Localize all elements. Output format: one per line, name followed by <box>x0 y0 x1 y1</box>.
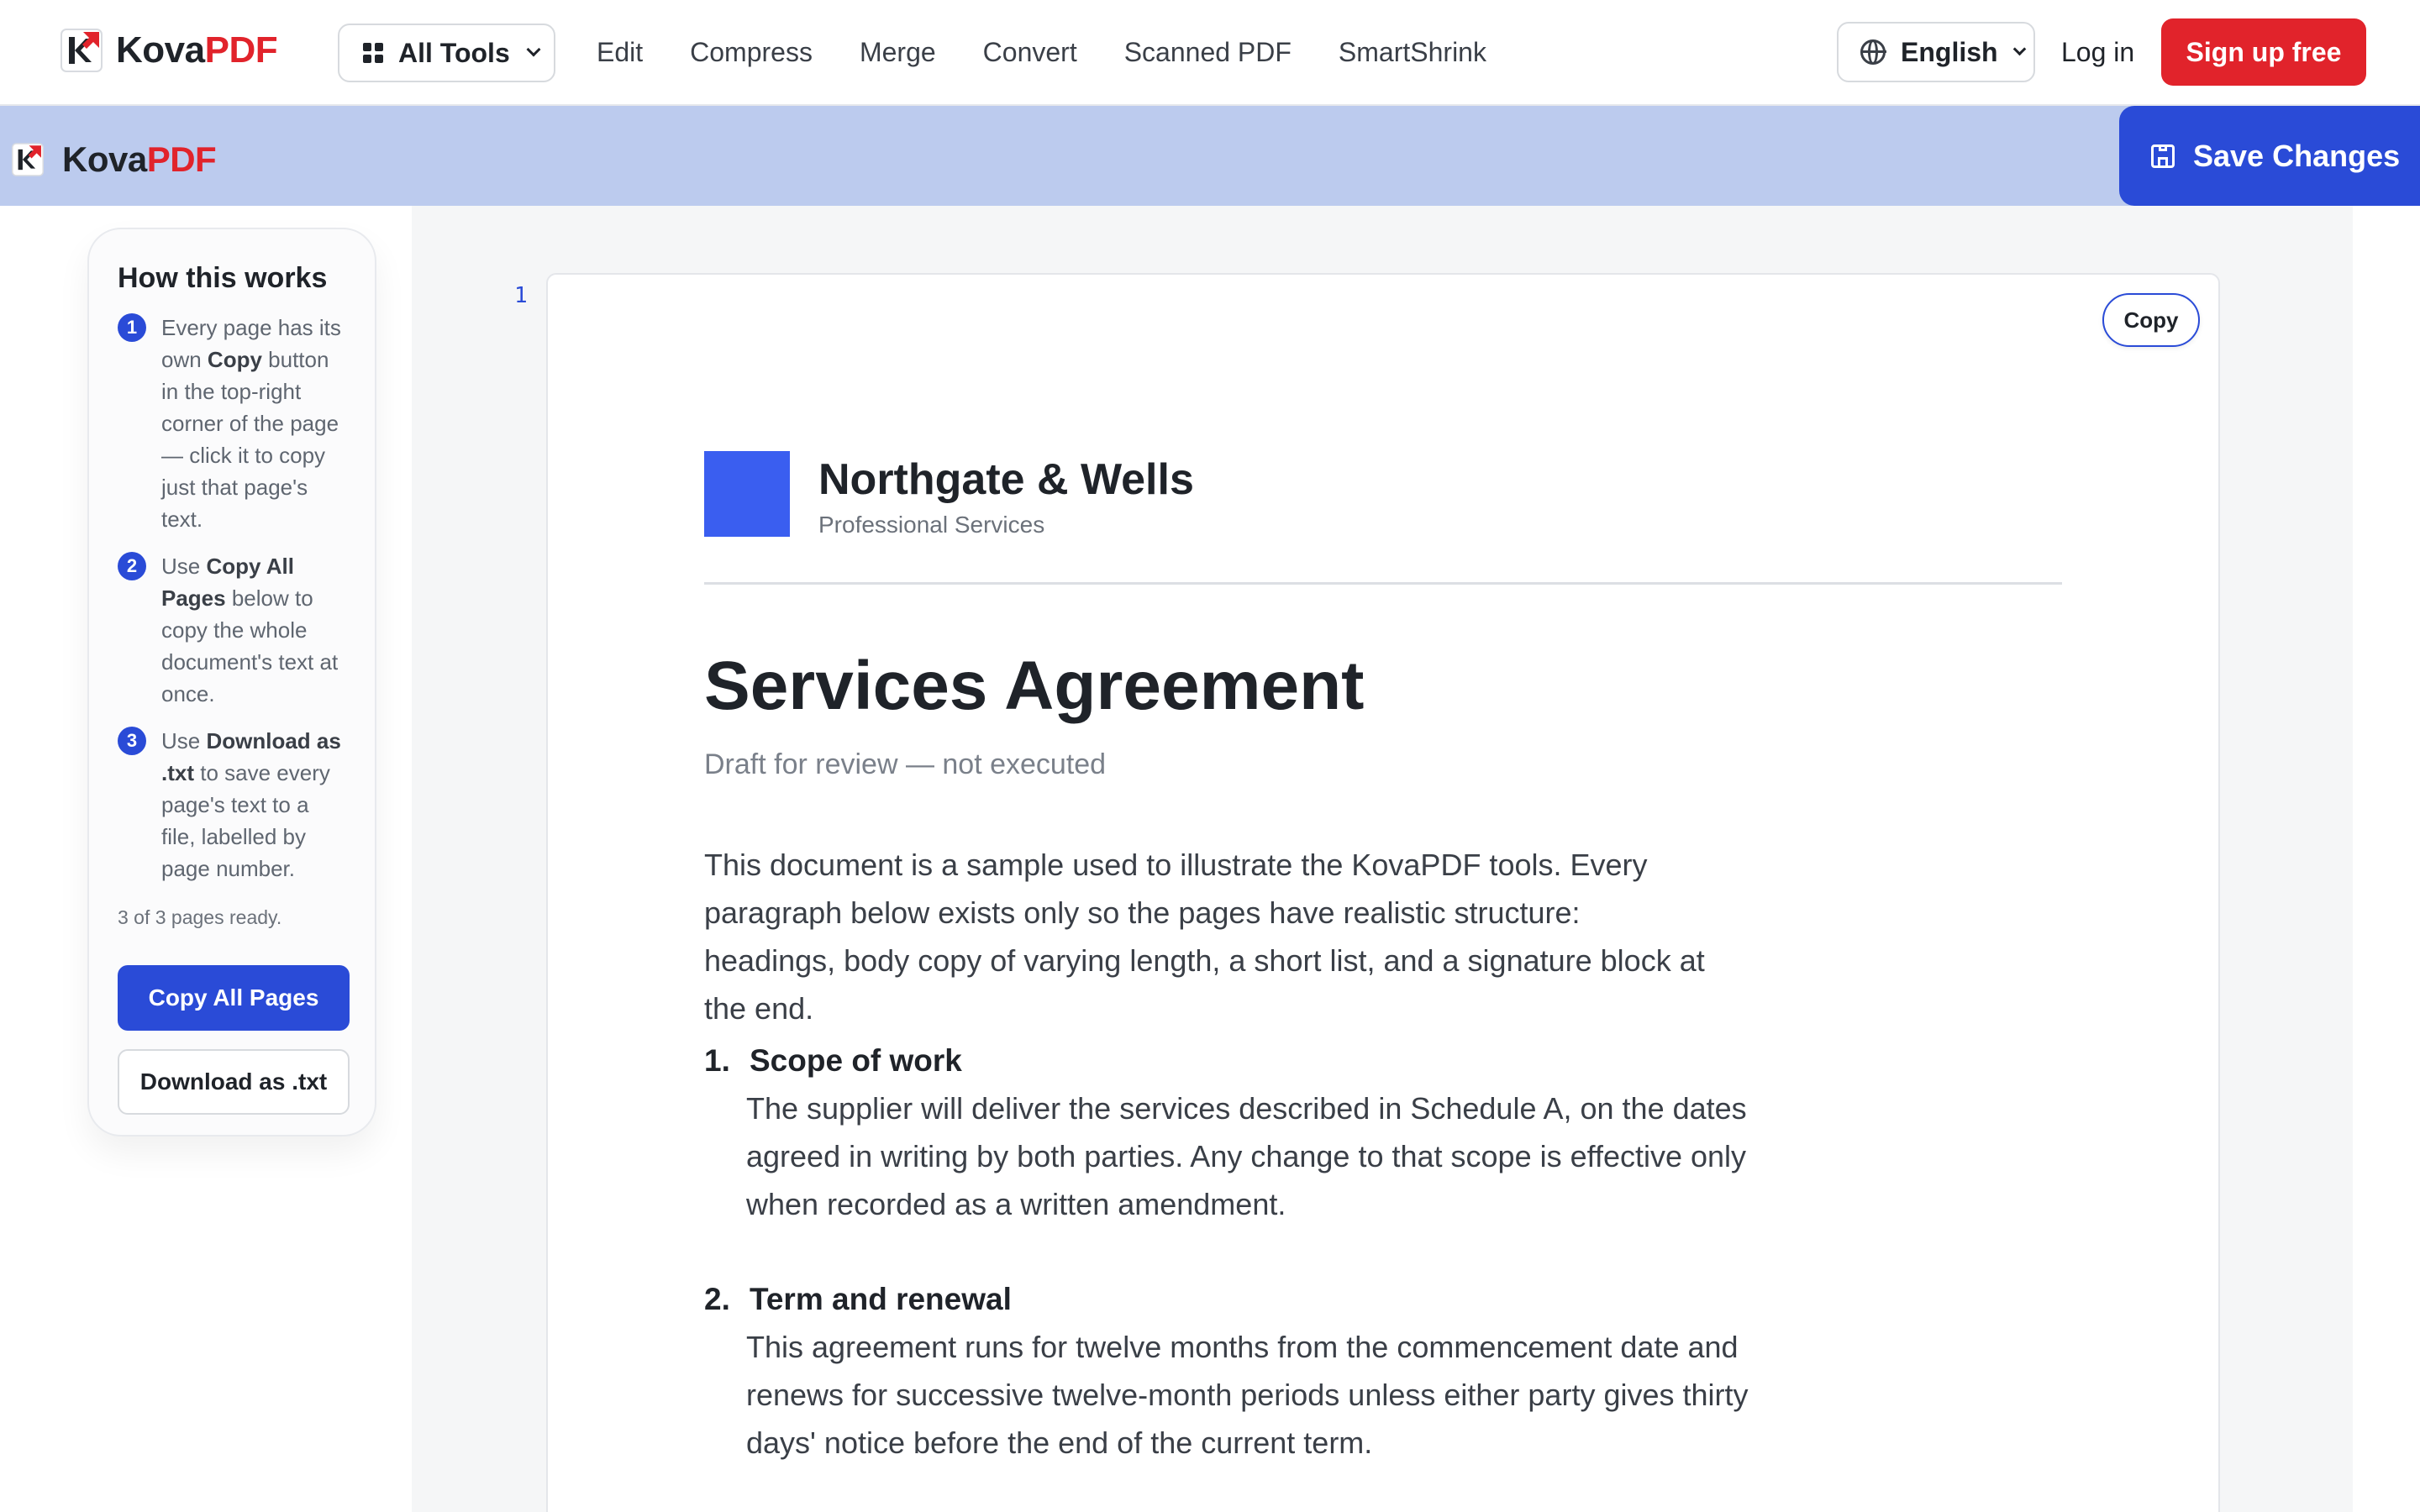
login-link[interactable]: Log in <box>2061 32 2134 72</box>
document-page: Copy Northgate & Wells Professional Serv… <box>546 273 2220 1512</box>
save-changes-button[interactable]: Save Changes <box>2119 106 2420 206</box>
language-label: English <box>1901 36 1998 67</box>
right-margin <box>2353 206 2420 1512</box>
grid-icon <box>363 43 383 63</box>
nav-link-compress[interactable]: Compress <box>690 32 813 72</box>
company-subtitle: Professional Services <box>818 512 1045 538</box>
step-text: Every page has its own Copy button in th… <box>161 315 341 532</box>
step-2: 2 Use Copy All Pages below to copy the w… <box>118 550 348 710</box>
copy-page-button[interactable]: Copy <box>2102 293 2200 347</box>
how-it-works-card: How this works 1 Every page has its own … <box>87 228 376 1137</box>
logo-text: KovaPDF <box>62 139 217 179</box>
section-heading: 2. Term and renewal <box>704 1282 1012 1316</box>
nav-link-edit[interactable]: Edit <box>597 32 643 72</box>
chevron-down-icon <box>526 42 541 57</box>
section-heading: 1. Scope of work <box>704 1043 962 1078</box>
pages-ready-status: 3 of 3 pages ready. <box>118 906 282 928</box>
nav-links: Edit Compress Merge Convert Scanned PDF … <box>597 32 1534 72</box>
section-term: 2. Term and renewal This agreement runs f… <box>704 1276 1754 1467</box>
editor-logo: KovaPDF <box>12 139 217 180</box>
nav-link-merge[interactable]: Merge <box>860 32 936 72</box>
all-tools-dropdown[interactable]: All Tools <box>338 24 555 82</box>
language-selector[interactable]: English <box>1837 22 2035 82</box>
divider <box>704 582 2062 585</box>
how-it-works-title: How this works <box>118 262 328 294</box>
section-body: The supplier will deliver the services d… <box>746 1091 1747 1221</box>
document-title: Services Agreement <box>704 648 1365 724</box>
company-logo <box>704 451 790 537</box>
step-number: 1 <box>118 313 146 342</box>
kovapdf-logo-icon <box>12 143 44 176</box>
document-subtitle: Draft for review — not executed <box>704 748 1107 780</box>
copy-all-pages-button[interactable]: Copy All Pages <box>118 965 350 1031</box>
step-1: 1 Every page has its own Copy button in … <box>118 312 348 535</box>
save-icon <box>2151 144 2175 168</box>
nav-link-convert[interactable]: Convert <box>983 32 1077 72</box>
nav-link-smartshrink[interactable]: SmartShrink <box>1339 32 1486 72</box>
logo-text: KovaPDF <box>116 29 278 71</box>
step-text: Use Download as .txt to save every page'… <box>161 728 341 881</box>
page-number: 1 <box>514 283 528 308</box>
step-number: 2 <box>118 552 146 580</box>
section-body: This agreement runs for twelve months fr… <box>746 1330 1749 1460</box>
signup-button[interactable]: Sign up free <box>2161 18 2366 86</box>
step-text: Use Copy All Pages below to copy the who… <box>161 554 339 706</box>
kovapdf-logo[interactable]: KovaPDF <box>60 29 278 72</box>
step-3: 3 Use Download as .txt to save every pag… <box>118 725 348 885</box>
sidebar-area: How this works 1 Every page has its own … <box>0 206 412 1512</box>
letterhead: Northgate & Wells Professional Services <box>704 451 1194 542</box>
top-navigation: KovaPDF All Tools Edit Compress Merge Co… <box>0 0 2420 106</box>
document-viewer[interactable]: 1 Copy Northgate & Wells Professional Se… <box>412 206 2353 1512</box>
section-scope: 1. Scope of work The supplier will delive… <box>704 1037 1754 1228</box>
globe-icon <box>1860 39 1886 65</box>
kovapdf-logo-icon <box>60 29 103 72</box>
download-txt-button[interactable]: Download as .txt <box>118 1049 350 1115</box>
intro-paragraph: This document is a sample used to illust… <box>704 848 1705 1026</box>
nav-link-scanned-pdf[interactable]: Scanned PDF <box>1124 32 1292 72</box>
all-tools-label: All Tools <box>398 37 510 68</box>
step-number: 3 <box>118 727 146 755</box>
chevron-down-icon <box>2012 42 2026 55</box>
save-changes-label: Save Changes <box>2193 138 2401 173</box>
company-name: Northgate & Wells <box>818 455 1194 504</box>
editor-toolbar: KovaPDF Save Changes <box>0 106 2420 206</box>
